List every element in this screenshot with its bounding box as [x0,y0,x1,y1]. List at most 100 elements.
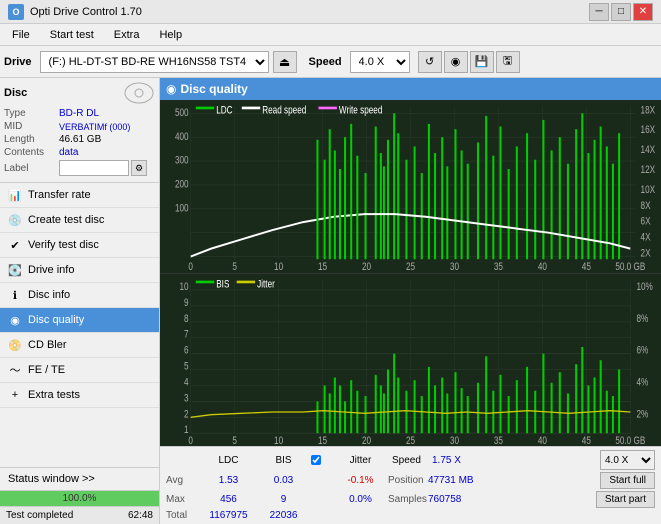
disc-length-value: 46.61 GB [59,134,101,145]
svg-text:Write speed: Write speed [339,104,382,116]
cd-bler-icon: 📀 [8,338,22,352]
svg-text:10%: 10% [636,280,653,292]
svg-text:50.0 GB: 50.0 GB [615,434,645,446]
svg-text:25: 25 [406,434,415,446]
sidebar-item-cd-bler[interactable]: 📀 CD Bler [0,333,159,358]
status-progress-text: 100.0% [0,491,159,506]
position-val: 47731 MB [428,475,483,486]
avg-jitter: -0.1% [333,475,388,486]
drive-select[interactable]: (F:) HL-DT-ST BD-RE WH16NS58 TST4 [40,51,269,73]
disc-section-title: Disc [4,87,27,99]
svg-text:300: 300 [175,155,189,167]
sidebar-item-drive-info[interactable]: 💽 Drive info [0,258,159,283]
svg-text:40: 40 [538,434,547,446]
maximize-button[interactable]: □ [611,3,631,21]
svg-text:Read speed: Read speed [262,104,306,116]
svg-text:2: 2 [184,408,189,420]
svg-text:2X: 2X [641,248,652,260]
speed-header: Speed [392,455,432,466]
speed-select[interactable]: 4.0 X [350,51,410,73]
disc-contents-value: data [59,147,78,158]
avg-ldc: 1.53 [201,475,256,486]
title-bar: O Opti Drive Control 1.70 ─ □ ✕ [0,0,661,24]
status-window-button[interactable]: Status window >> [0,468,159,490]
avg-bis: 0.03 [256,475,311,486]
stats-panel: LDC BIS Jitter Speed 1.75 X 4.0 X Avg 1.… [160,446,661,524]
svg-text:5: 5 [184,360,189,372]
sidebar-item-verify-test-disc[interactable]: ✔ Verify test disc [0,233,159,258]
toolbar-icon-3[interactable]: 💾 [470,51,494,73]
verify-test-disc-icon: ✔ [8,238,22,252]
jitter-checkbox[interactable] [311,455,321,465]
eject-button[interactable]: ⏏ [273,51,297,73]
window-controls: ─ □ ✕ [589,3,653,21]
svg-text:6: 6 [184,344,189,356]
svg-text:14X: 14X [641,144,656,156]
disc-mid-value: VERBATIMf (000) [59,122,130,132]
content-area: ◉ Disc quality [160,78,661,524]
disc-label-input[interactable] [59,160,129,176]
svg-text:0: 0 [188,434,193,446]
max-jitter: 0.0% [333,494,388,505]
top-chart: 500 400 300 200 100 18X 16X 14X 12X 10X … [160,100,661,274]
start-part-button[interactable]: Start part [596,491,655,508]
extra-tests-icon: + [8,388,22,402]
max-ldc: 456 [201,494,256,505]
disc-quality-icon: ◉ [8,313,22,327]
total-ldc: 1167975 [201,510,256,521]
svg-text:10X: 10X [641,184,656,196]
speed-avg-val: 1.75 X [432,455,482,466]
svg-text:2%: 2% [636,408,648,420]
svg-text:0: 0 [188,261,193,273]
sidebar-item-disc-info[interactable]: ℹ Disc info [0,283,159,308]
nav-items: 📊 Transfer rate 💿 Create test disc ✔ Ver… [0,183,159,408]
svg-text:25: 25 [406,261,415,273]
svg-text:16X: 16X [641,124,656,136]
sidebar-item-create-test-disc[interactable]: 💿 Create test disc [0,208,159,233]
svg-text:45: 45 [582,261,591,273]
toolbar-icon-1[interactable]: ↺ [418,51,442,73]
sidebar-item-transfer-rate[interactable]: 📊 Transfer rate [0,183,159,208]
disc-label-button[interactable]: ⚙ [131,160,147,176]
max-bis: 9 [256,494,311,505]
svg-text:30: 30 [450,434,459,446]
disc-mid-row: MID VERBATIMf (000) [4,121,155,132]
status-completed-text: Test completed [6,510,73,521]
menu-file[interactable]: File [4,27,38,43]
svg-text:500: 500 [175,107,189,119]
menu-help[interactable]: Help [151,27,190,43]
svg-text:35: 35 [494,434,503,446]
start-full-button[interactable]: Start full [600,472,655,489]
svg-text:Jitter: Jitter [257,278,275,290]
svg-text:4X: 4X [641,232,652,244]
drive-label: Drive [4,56,32,68]
top-chart-svg: 500 400 300 200 100 18X 16X 14X 12X 10X … [160,100,661,273]
minimize-button[interactable]: ─ [589,3,609,21]
close-button[interactable]: ✕ [633,3,653,21]
fe-te-icon: 〜 [8,363,22,377]
charts-container: 500 400 300 200 100 18X 16X 14X 12X 10X … [160,100,661,446]
menu-start-test[interactable]: Start test [42,27,102,43]
svg-text:9: 9 [184,296,189,308]
svg-text:18X: 18X [641,104,656,116]
disc-info-icon: ℹ [8,288,22,302]
svg-text:400: 400 [175,131,189,143]
menu-extra[interactable]: Extra [106,27,148,43]
disc-panel: Disc Type BD-R DL MID VERBATIMf (000) Le… [0,78,159,183]
status-bar-section: Status window >> 100.0% Test completed 6… [0,467,159,524]
svg-text:35: 35 [494,261,503,273]
total-bis: 22036 [256,510,311,521]
svg-text:15: 15 [318,261,327,273]
svg-text:200: 200 [175,179,189,191]
menu-bar: File Start test Extra Help [0,24,661,46]
app-title: Opti Drive Control 1.70 [30,6,142,18]
disc-quality-header-icon: ◉ [166,82,176,96]
disc-type-row: Type BD-R DL [4,108,155,119]
toolbar-icon-2[interactable]: ◉ [444,51,468,73]
svg-text:15: 15 [318,434,327,446]
toolbar-icon-4[interactable]: 🖫 [496,51,520,73]
sidebar-item-extra-tests[interactable]: + Extra tests [0,383,159,408]
speed-select-2[interactable]: 4.0 X [600,450,655,470]
sidebar-item-fe-te[interactable]: 〜 FE / TE [0,358,159,383]
sidebar-item-disc-quality[interactable]: ◉ Disc quality [0,308,159,333]
